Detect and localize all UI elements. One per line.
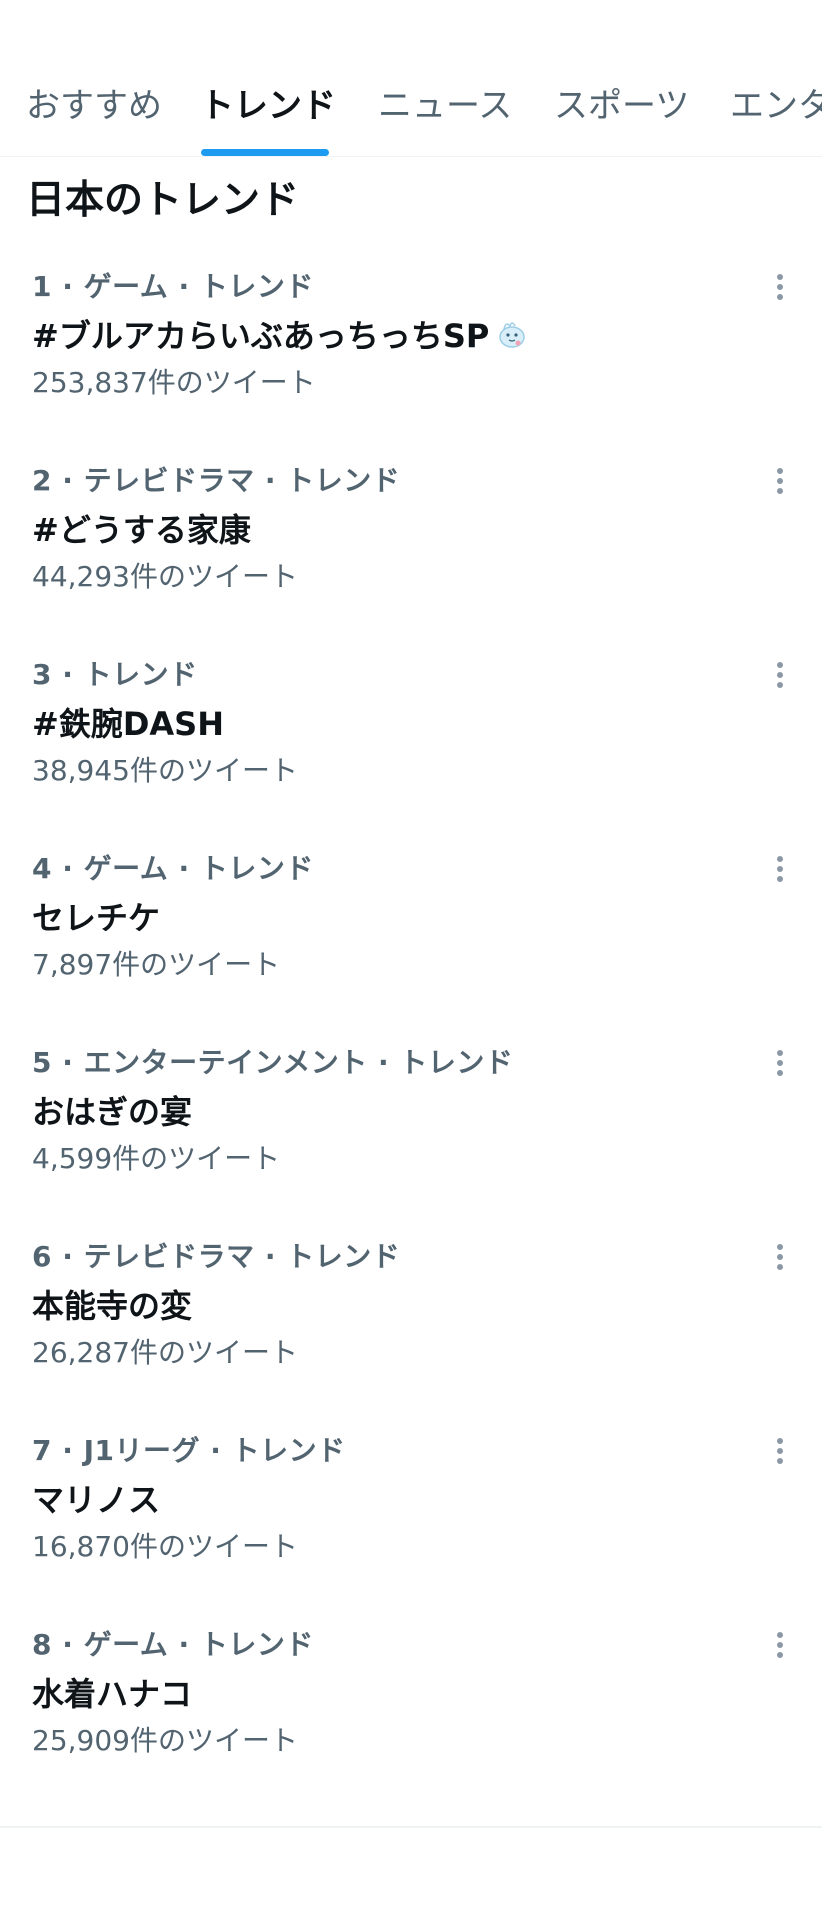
tweet-count: 16,870件のツイート — [32, 1530, 298, 1563]
trend-item[interactable]: 1 · ゲーム · トレンド #ブルアカらいぶあっちっちSP 253,837件の… — [0, 270, 822, 464]
more-options-icon[interactable] — [774, 1436, 786, 1466]
explore-tab-bar: おすすめ トレンド ニュース スポーツ エンタ — [0, 70, 822, 157]
tweet-count: 253,837件のツイート — [32, 366, 316, 399]
tweet-count: 44,293件のツイート — [32, 560, 298, 593]
active-tab-indicator — [201, 149, 329, 156]
more-options-icon[interactable] — [774, 466, 786, 496]
bottom-divider — [0, 1826, 822, 1828]
tweet-count: 4,599件のツイート — [32, 1142, 281, 1175]
tab-sports[interactable]: スポーツ — [554, 86, 689, 126]
more-options-icon[interactable] — [774, 1048, 786, 1078]
trend-item[interactable]: 4 · ゲーム · トレンド セレチケ 7,897件のツイート — [0, 852, 822, 1046]
tab-trending[interactable]: トレンド — [200, 86, 336, 126]
trend-meta: 5 · エンターテインメント · トレンド — [32, 1046, 514, 1079]
whale-emoji-icon — [495, 317, 529, 360]
trend-meta: 6 · テレビドラマ · トレンド — [32, 1240, 401, 1273]
more-options-icon[interactable] — [774, 854, 786, 884]
trend-meta: 7 · J1リーグ · トレンド — [32, 1434, 346, 1467]
trend-item[interactable]: 2 · テレビドラマ · トレンド #どうする家康 44,293件のツイート — [0, 464, 822, 658]
trend-name: おはぎの宴 — [32, 1093, 193, 1131]
next-trend-partial — [0, 1826, 822, 1926]
more-options-icon[interactable] — [774, 272, 786, 302]
tweet-count: 38,945件のツイート — [32, 754, 298, 787]
trend-name: #どうする家康 — [32, 511, 251, 549]
trend-meta: 4 · ゲーム · トレンド — [32, 852, 314, 885]
tweet-count: 25,909件のツイート — [32, 1724, 298, 1757]
more-options-icon[interactable] — [774, 1630, 786, 1660]
trend-meta: 3 · トレンド — [32, 658, 198, 691]
trend-item[interactable]: 8 · ゲーム · トレンド 水着ハナコ 25,909件のツイート — [0, 1628, 822, 1822]
trend-item[interactable]: 7 · J1リーグ · トレンド マリノス 16,870件のツイート — [0, 1434, 822, 1628]
trend-meta: 1 · ゲーム · トレンド — [32, 270, 314, 303]
trend-item[interactable]: 5 · エンターテインメント · トレンド おはぎの宴 4,599件のツイート — [0, 1046, 822, 1240]
more-options-icon[interactable] — [774, 1242, 786, 1272]
trend-meta: 8 · ゲーム · トレンド — [32, 1628, 314, 1661]
section-title: 日本のトレンド — [26, 178, 300, 223]
trend-name: 水着ハナコ — [32, 1675, 193, 1713]
trend-name: マリノス — [32, 1481, 161, 1519]
trend-name: #鉄腕DASH — [32, 705, 224, 743]
trend-name: セレチケ — [32, 899, 161, 937]
tab-entertainment[interactable]: エンタ — [730, 86, 822, 126]
trend-item[interactable]: 6 · テレビドラマ · トレンド 本能寺の変 26,287件のツイート — [0, 1240, 822, 1434]
tab-news[interactable]: ニュース — [378, 86, 512, 126]
tweet-count: 26,287件のツイート — [32, 1336, 298, 1369]
tab-recommended[interactable]: おすすめ — [26, 86, 162, 126]
more-options-icon[interactable] — [774, 660, 786, 690]
trend-name: 本能寺の変 — [32, 1287, 193, 1325]
trend-name: #ブルアカらいぶあっちっちSP — [32, 316, 529, 360]
tweet-count: 7,897件のツイート — [32, 948, 281, 981]
trend-name-text: #ブルアカらいぶあっちっちSP — [32, 317, 490, 355]
trend-meta: 2 · テレビドラマ · トレンド — [32, 464, 401, 497]
trend-item[interactable]: 3 · トレンド #鉄腕DASH 38,945件のツイート — [0, 658, 822, 852]
